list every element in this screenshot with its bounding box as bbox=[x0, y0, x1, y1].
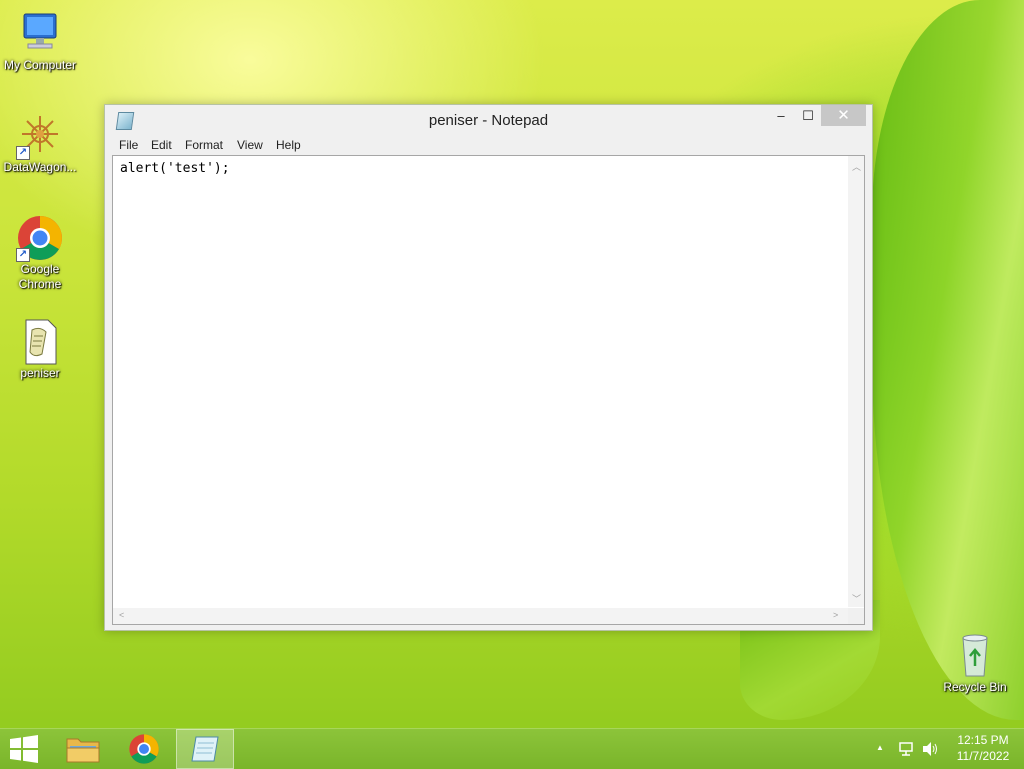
title-bar[interactable]: peniser - Notepad ‒ ☐ ✕ bbox=[105, 105, 872, 135]
desktop-icon-label: Recycle Bin bbox=[943, 680, 1007, 694]
recycle-bin-icon bbox=[951, 632, 999, 680]
script-file-icon bbox=[16, 318, 64, 366]
notepad-window[interactable]: peniser - Notepad ‒ ☐ ✕ File Edit Format… bbox=[104, 104, 873, 631]
network-icon[interactable] bbox=[898, 741, 914, 757]
menu-help[interactable]: Help bbox=[276, 138, 301, 152]
minimize-button[interactable]: ‒ bbox=[767, 105, 795, 126]
show-hidden-icons-button[interactable]: ▲ bbox=[876, 743, 884, 752]
volume-icon[interactable] bbox=[921, 741, 939, 757]
datawagon-icon: ↗ bbox=[16, 112, 64, 160]
window-title: peniser - Notepad bbox=[428, 112, 549, 129]
maximize-button[interactable]: ☐ bbox=[794, 105, 822, 126]
wallpaper-leaf bbox=[872, 0, 1024, 720]
menu-format[interactable]: Format bbox=[185, 138, 223, 152]
desktop-icon-google-chrome[interactable]: ↗ Google Chrome bbox=[0, 214, 80, 292]
desktop-icon-datawagon[interactable]: ↗ DataWagon... bbox=[0, 112, 80, 175]
chrome-icon: ↗ bbox=[16, 214, 64, 262]
scroll-left-icon[interactable]: < bbox=[119, 610, 124, 620]
menu-view[interactable]: View bbox=[237, 138, 263, 152]
clock-date: 11/7/2022 bbox=[956, 749, 1010, 763]
desktop-icon-label: DataWagon... bbox=[3, 160, 77, 174]
resize-grip[interactable] bbox=[848, 608, 864, 624]
computer-icon bbox=[16, 10, 64, 58]
taskbar-file-explorer[interactable] bbox=[56, 729, 112, 769]
close-button[interactable]: ✕ bbox=[821, 105, 866, 126]
scroll-up-icon[interactable]: ︿ bbox=[852, 160, 861, 173]
clock-time: 12:15 PM bbox=[957, 733, 1009, 747]
desktop-icon-label: peniser bbox=[20, 366, 60, 380]
clock[interactable]: 12:15 PM 11/7/2022 bbox=[948, 733, 1018, 763]
start-button[interactable] bbox=[0, 729, 48, 769]
scroll-right-icon[interactable]: > bbox=[833, 610, 838, 620]
desktop-icon-my-computer[interactable]: My Computer bbox=[0, 10, 80, 73]
desktop-icon-label: Google Chrome bbox=[18, 262, 62, 291]
menu-edit[interactable]: Edit bbox=[151, 138, 172, 152]
desktop-icon-peniser[interactable]: peniser bbox=[0, 318, 80, 381]
notepad-icon bbox=[191, 736, 219, 762]
windows-logo-icon bbox=[10, 735, 38, 763]
menu-file[interactable]: File bbox=[119, 138, 138, 152]
desktop-icon-recycle-bin[interactable]: Recycle Bin bbox=[935, 632, 1015, 695]
vertical-scrollbar[interactable]: ︿ ﹀ bbox=[848, 156, 864, 607]
shortcut-arrow-icon: ↗ bbox=[16, 248, 30, 262]
taskbar-notepad[interactable] bbox=[176, 729, 234, 769]
scroll-down-icon[interactable]: ﹀ bbox=[852, 592, 861, 605]
menu-bar: File Edit Format View Help bbox=[105, 135, 872, 156]
shortcut-arrow-icon: ↗ bbox=[16, 146, 30, 160]
taskbar: ▲ 12:15 PM 11/7/2022 bbox=[0, 728, 1024, 769]
taskbar-chrome[interactable] bbox=[116, 729, 172, 769]
editor-text[interactable]: alert('test'); bbox=[120, 161, 230, 176]
folder-icon bbox=[66, 738, 100, 763]
chrome-icon bbox=[129, 734, 159, 764]
horizontal-scrollbar[interactable]: < > bbox=[113, 608, 864, 624]
text-editor-area[interactable]: alert('test'); ︿ ﹀ < > bbox=[112, 155, 865, 625]
desktop-icon-label: My Computer bbox=[3, 58, 77, 72]
